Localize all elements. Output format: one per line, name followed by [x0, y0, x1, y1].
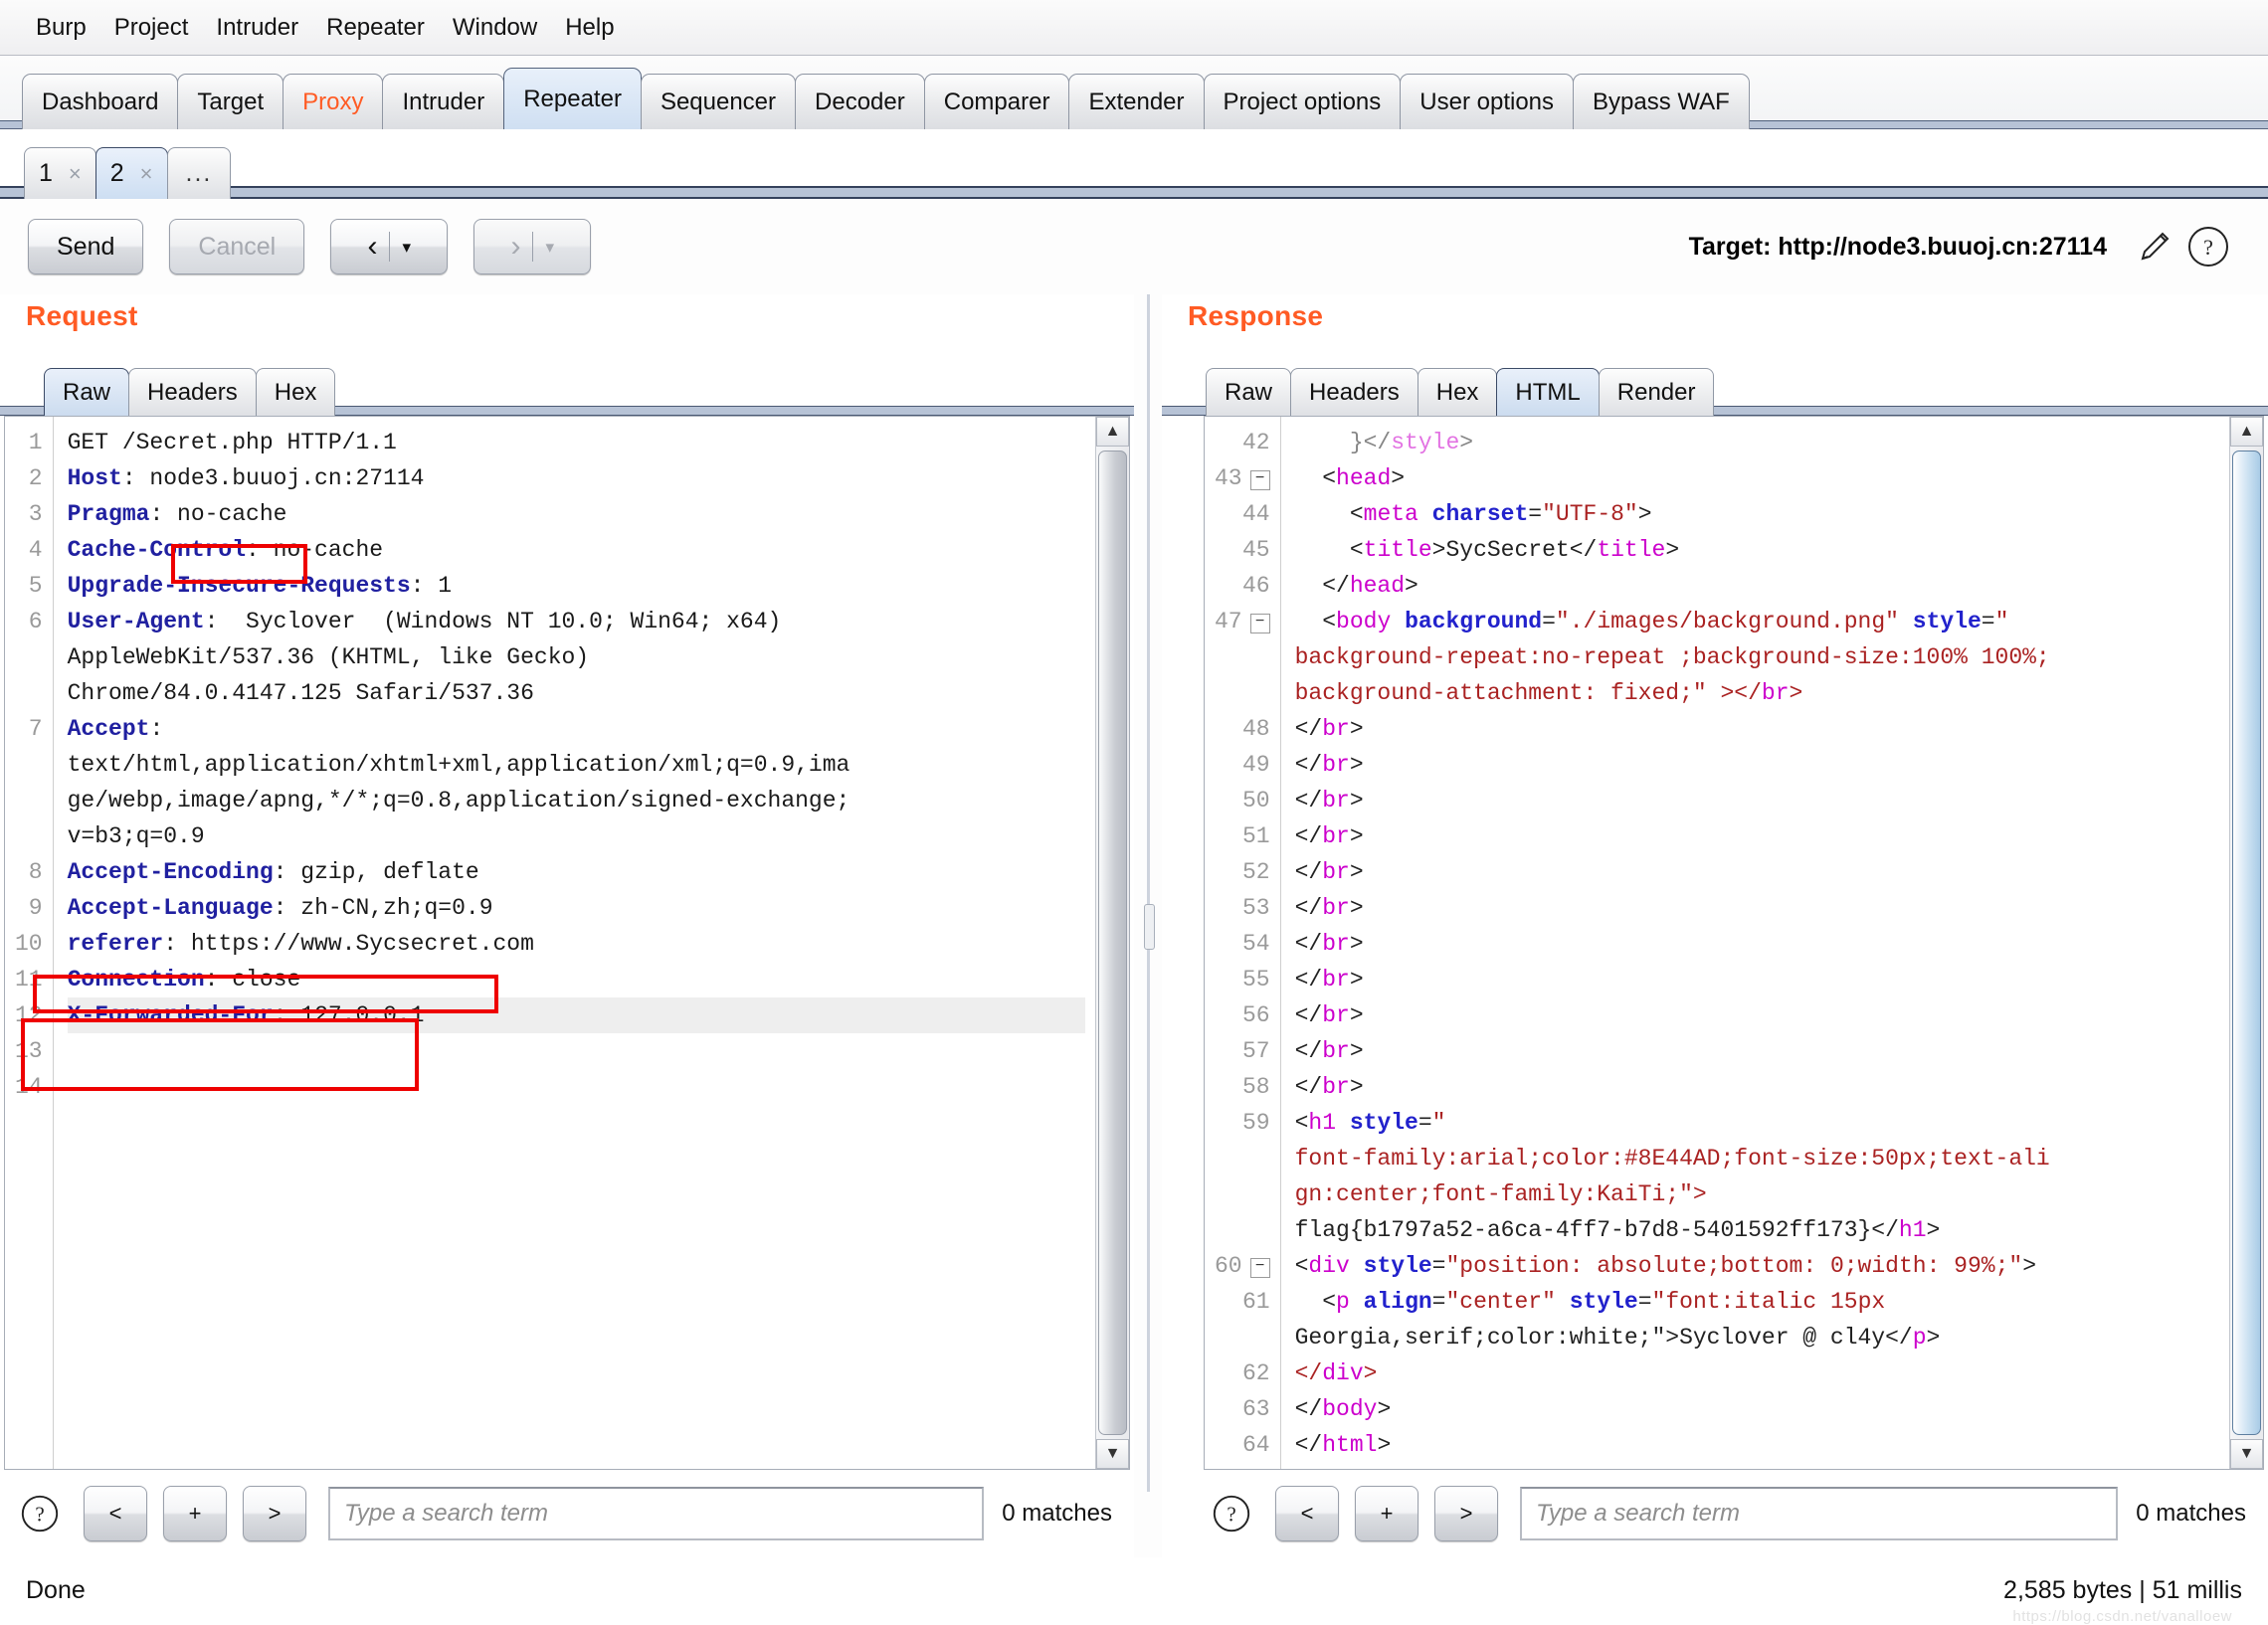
menu-item-help[interactable]: Help [551, 15, 628, 40]
question-icon[interactable]: ? [2186, 225, 2230, 269]
watermark: https://blog.csdn.net/vanalloew [2012, 1608, 2232, 1625]
repeater-tab-new[interactable]: ... [166, 147, 232, 199]
response-vertical-scrollbar[interactable]: ▲ ▼ [2229, 417, 2263, 1469]
main-tab-strip: Dashboard Target Proxy Intruder Repeater… [0, 56, 2268, 129]
response-search-bar: ? < + > Type a search term 0 matches [1162, 1470, 2268, 1557]
response-match-count: 0 matches [2136, 1500, 2246, 1527]
tab-bypass-waf[interactable]: Bypass WAF [1573, 74, 1750, 129]
response-header: Response [1162, 294, 2268, 354]
status-bar: Done 2,585 bytes | 51 millis https://blo… [0, 1557, 2268, 1625]
close-icon[interactable]: × [69, 161, 82, 187]
tab-sequencer[interactable]: Sequencer [640, 74, 797, 129]
repeater-tab-strip: 1 × 2 × ... [0, 129, 2268, 199]
divider [532, 232, 534, 262]
svg-text:?: ? [35, 1503, 44, 1527]
chevron-right-icon: › [510, 230, 521, 263]
request-search-input[interactable]: Type a search term [328, 1487, 985, 1540]
divider [389, 232, 391, 262]
chevron-left-icon: ‹ [367, 230, 378, 263]
request-response-panes: Request Raw Headers Hex 123456..7...8910… [0, 294, 2268, 1557]
scroll-up-icon[interactable]: ▲ [2230, 417, 2263, 447]
response-size-time: 2,585 bytes | 51 millis [2003, 1575, 2242, 1604]
response-search-add-button[interactable]: + [1355, 1486, 1418, 1541]
response-line-numbers: 4243−44454647−..484950515253545556575859… [1205, 417, 1281, 1469]
tab-proxy[interactable]: Proxy [283, 74, 384, 129]
menu-item-intruder[interactable]: Intruder [202, 15, 312, 40]
tab-repeater[interactable]: Repeater [503, 68, 642, 129]
tab-user-options[interactable]: User options [1400, 74, 1575, 129]
response-tab-hex[interactable]: Hex [1417, 368, 1498, 416]
request-search-add-button[interactable]: + [163, 1486, 227, 1541]
scroll-down-icon[interactable]: ▼ [1096, 1439, 1129, 1469]
repeater-tab-2[interactable]: 2 × [94, 147, 168, 199]
response-editor[interactable]: 4243−44454647−..484950515253545556575859… [1204, 416, 2264, 1470]
request-match-count: 0 matches [1002, 1500, 1112, 1527]
menu-bar: Burp Project Intruder Repeater Window He… [0, 0, 2268, 56]
request-tab-strip: Raw Headers Hex [0, 354, 1134, 416]
question-icon[interactable]: ? [1210, 1492, 1253, 1535]
cancel-button[interactable]: Cancel [169, 219, 305, 274]
response-pane: Response Raw Headers Hex HTML Render 42 4… [1162, 294, 2268, 1557]
request-search-prev-button[interactable]: < [84, 1486, 147, 1541]
pencil-icon[interactable] [2133, 225, 2176, 269]
response-tab-strip: Raw Headers Hex HTML Render [1162, 354, 2268, 416]
repeater-action-bar: Send Cancel ‹ ▾ › ▾ Target: http://node3… [0, 199, 2268, 294]
response-html-text[interactable]: }</style> <head> <meta charset="UTF-8"> … [1281, 417, 2229, 1469]
close-icon[interactable]: × [140, 161, 153, 187]
response-tab-headers[interactable]: Headers [1290, 368, 1418, 416]
chevron-down-icon[interactable]: ▾ [402, 239, 411, 256]
tab-comparer[interactable]: Comparer [923, 74, 1070, 129]
scrollbar-thumb[interactable] [2232, 451, 2261, 1435]
request-vertical-scrollbar[interactable]: ▲ ▼ [1095, 417, 1129, 1469]
request-editor[interactable]: 123456..7...891011121314 GET /Secret.php… [4, 416, 1130, 1470]
request-title: Request [26, 300, 138, 331]
tab-intruder[interactable]: Intruder [382, 74, 505, 129]
tab-decoder[interactable]: Decoder [795, 74, 925, 129]
request-raw-text[interactable]: GET /Secret.php HTTP/1.1 Host: node3.buuo… [54, 417, 1095, 1469]
send-button[interactable]: Send [28, 219, 144, 274]
scrollbar-thumb[interactable] [1098, 451, 1127, 1435]
request-tab-hex[interactable]: Hex [255, 368, 336, 416]
request-tab-raw[interactable]: Raw [44, 368, 130, 416]
menu-item-project[interactable]: Project [100, 15, 203, 40]
repeater-tab-1[interactable]: 1 × [24, 147, 96, 199]
response-tab-html[interactable]: HTML [1496, 368, 1600, 416]
request-header: Request [0, 294, 1134, 354]
menu-item-window[interactable]: Window [439, 15, 551, 40]
tab-extender[interactable]: Extender [1068, 74, 1205, 129]
forward-button[interactable]: › ▾ [473, 219, 592, 274]
back-button[interactable]: ‹ ▾ [330, 219, 449, 274]
response-search-next-button[interactable]: > [1434, 1486, 1498, 1541]
request-search-next-button[interactable]: > [243, 1486, 306, 1541]
svg-text:?: ? [2203, 235, 2213, 260]
tab-dashboard[interactable]: Dashboard [22, 74, 179, 129]
scroll-down-icon[interactable]: ▼ [2230, 1439, 2263, 1469]
pane-split-handle[interactable] [1134, 294, 1162, 1557]
repeater-tab-2-label: 2 [109, 159, 124, 187]
response-title: Response [1188, 300, 1324, 331]
target-label: Target: http://node3.buuoj.cn:27114 [1688, 232, 2107, 261]
response-search-prev-button[interactable]: < [1275, 1486, 1339, 1541]
request-tab-headers[interactable]: Headers [128, 368, 257, 416]
burp-suite-window: Burp Project Intruder Repeater Window He… [0, 0, 2268, 1625]
menu-item-repeater[interactable]: Repeater [312, 15, 439, 40]
response-tab-render[interactable]: Render [1598, 368, 1715, 416]
question-icon[interactable]: ? [18, 1492, 62, 1535]
tab-project-options[interactable]: Project options [1203, 74, 1402, 129]
status-text: Done [26, 1575, 86, 1604]
request-line-numbers: 123456..7...891011121314 [5, 417, 54, 1469]
response-tab-raw[interactable]: Raw [1206, 368, 1292, 416]
request-pane: Request Raw Headers Hex 123456..7...8910… [0, 294, 1134, 1557]
repeater-tab-1-label: 1 [39, 159, 53, 187]
menu-item-burp[interactable]: Burp [22, 15, 100, 40]
svg-text:?: ? [1227, 1503, 1235, 1527]
chevron-down-icon[interactable]: ▾ [545, 239, 554, 256]
scroll-up-icon[interactable]: ▲ [1096, 417, 1129, 447]
tab-target[interactable]: Target [177, 74, 284, 129]
response-search-input[interactable]: Type a search term [1520, 1487, 2119, 1540]
request-search-bar: ? < + > Type a search term 0 matches [0, 1470, 1134, 1557]
